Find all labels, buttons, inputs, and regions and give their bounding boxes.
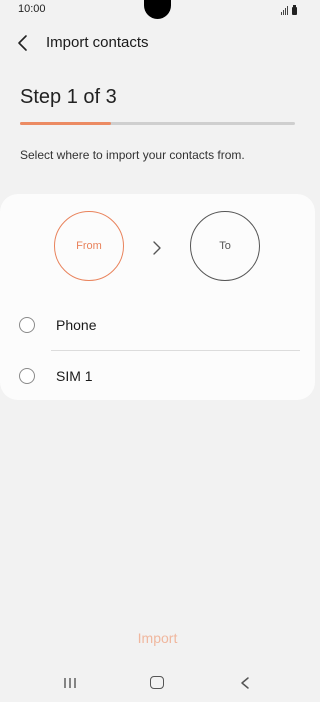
back-icon[interactable] bbox=[238, 675, 252, 691]
step-indicator: Step 1 of 3 bbox=[20, 86, 117, 108]
chevron-left-icon bbox=[18, 35, 27, 51]
navigation-bar bbox=[0, 665, 315, 702]
recents-icon[interactable] bbox=[62, 675, 78, 691]
signal-icon bbox=[281, 5, 297, 15]
chevron-right-icon bbox=[153, 241, 161, 255]
from-label: From bbox=[76, 240, 102, 252]
radio-button[interactable] bbox=[19, 368, 35, 384]
back-button[interactable] bbox=[14, 31, 36, 55]
progress-bar bbox=[20, 122, 295, 125]
home-icon[interactable] bbox=[150, 676, 164, 689]
battery-icon bbox=[292, 5, 297, 15]
to-label: To bbox=[219, 240, 231, 252]
status-time: 10:00 bbox=[18, 3, 46, 15]
divider bbox=[51, 350, 300, 351]
source-option-sim1[interactable]: SIM 1 bbox=[0, 353, 315, 401]
radio-button[interactable] bbox=[19, 317, 35, 333]
instruction-text: Select where to import your contacts fro… bbox=[20, 148, 245, 162]
from-step-circle[interactable]: From bbox=[54, 211, 124, 281]
source-option-phone[interactable]: Phone bbox=[0, 302, 315, 350]
source-option-label: Phone bbox=[56, 317, 97, 333]
progress-fill bbox=[20, 122, 111, 125]
source-option-label: SIM 1 bbox=[56, 368, 93, 384]
import-button[interactable]: Import bbox=[0, 630, 315, 646]
page-title: Import contacts bbox=[46, 34, 149, 51]
to-step-circle[interactable]: To bbox=[190, 211, 260, 281]
